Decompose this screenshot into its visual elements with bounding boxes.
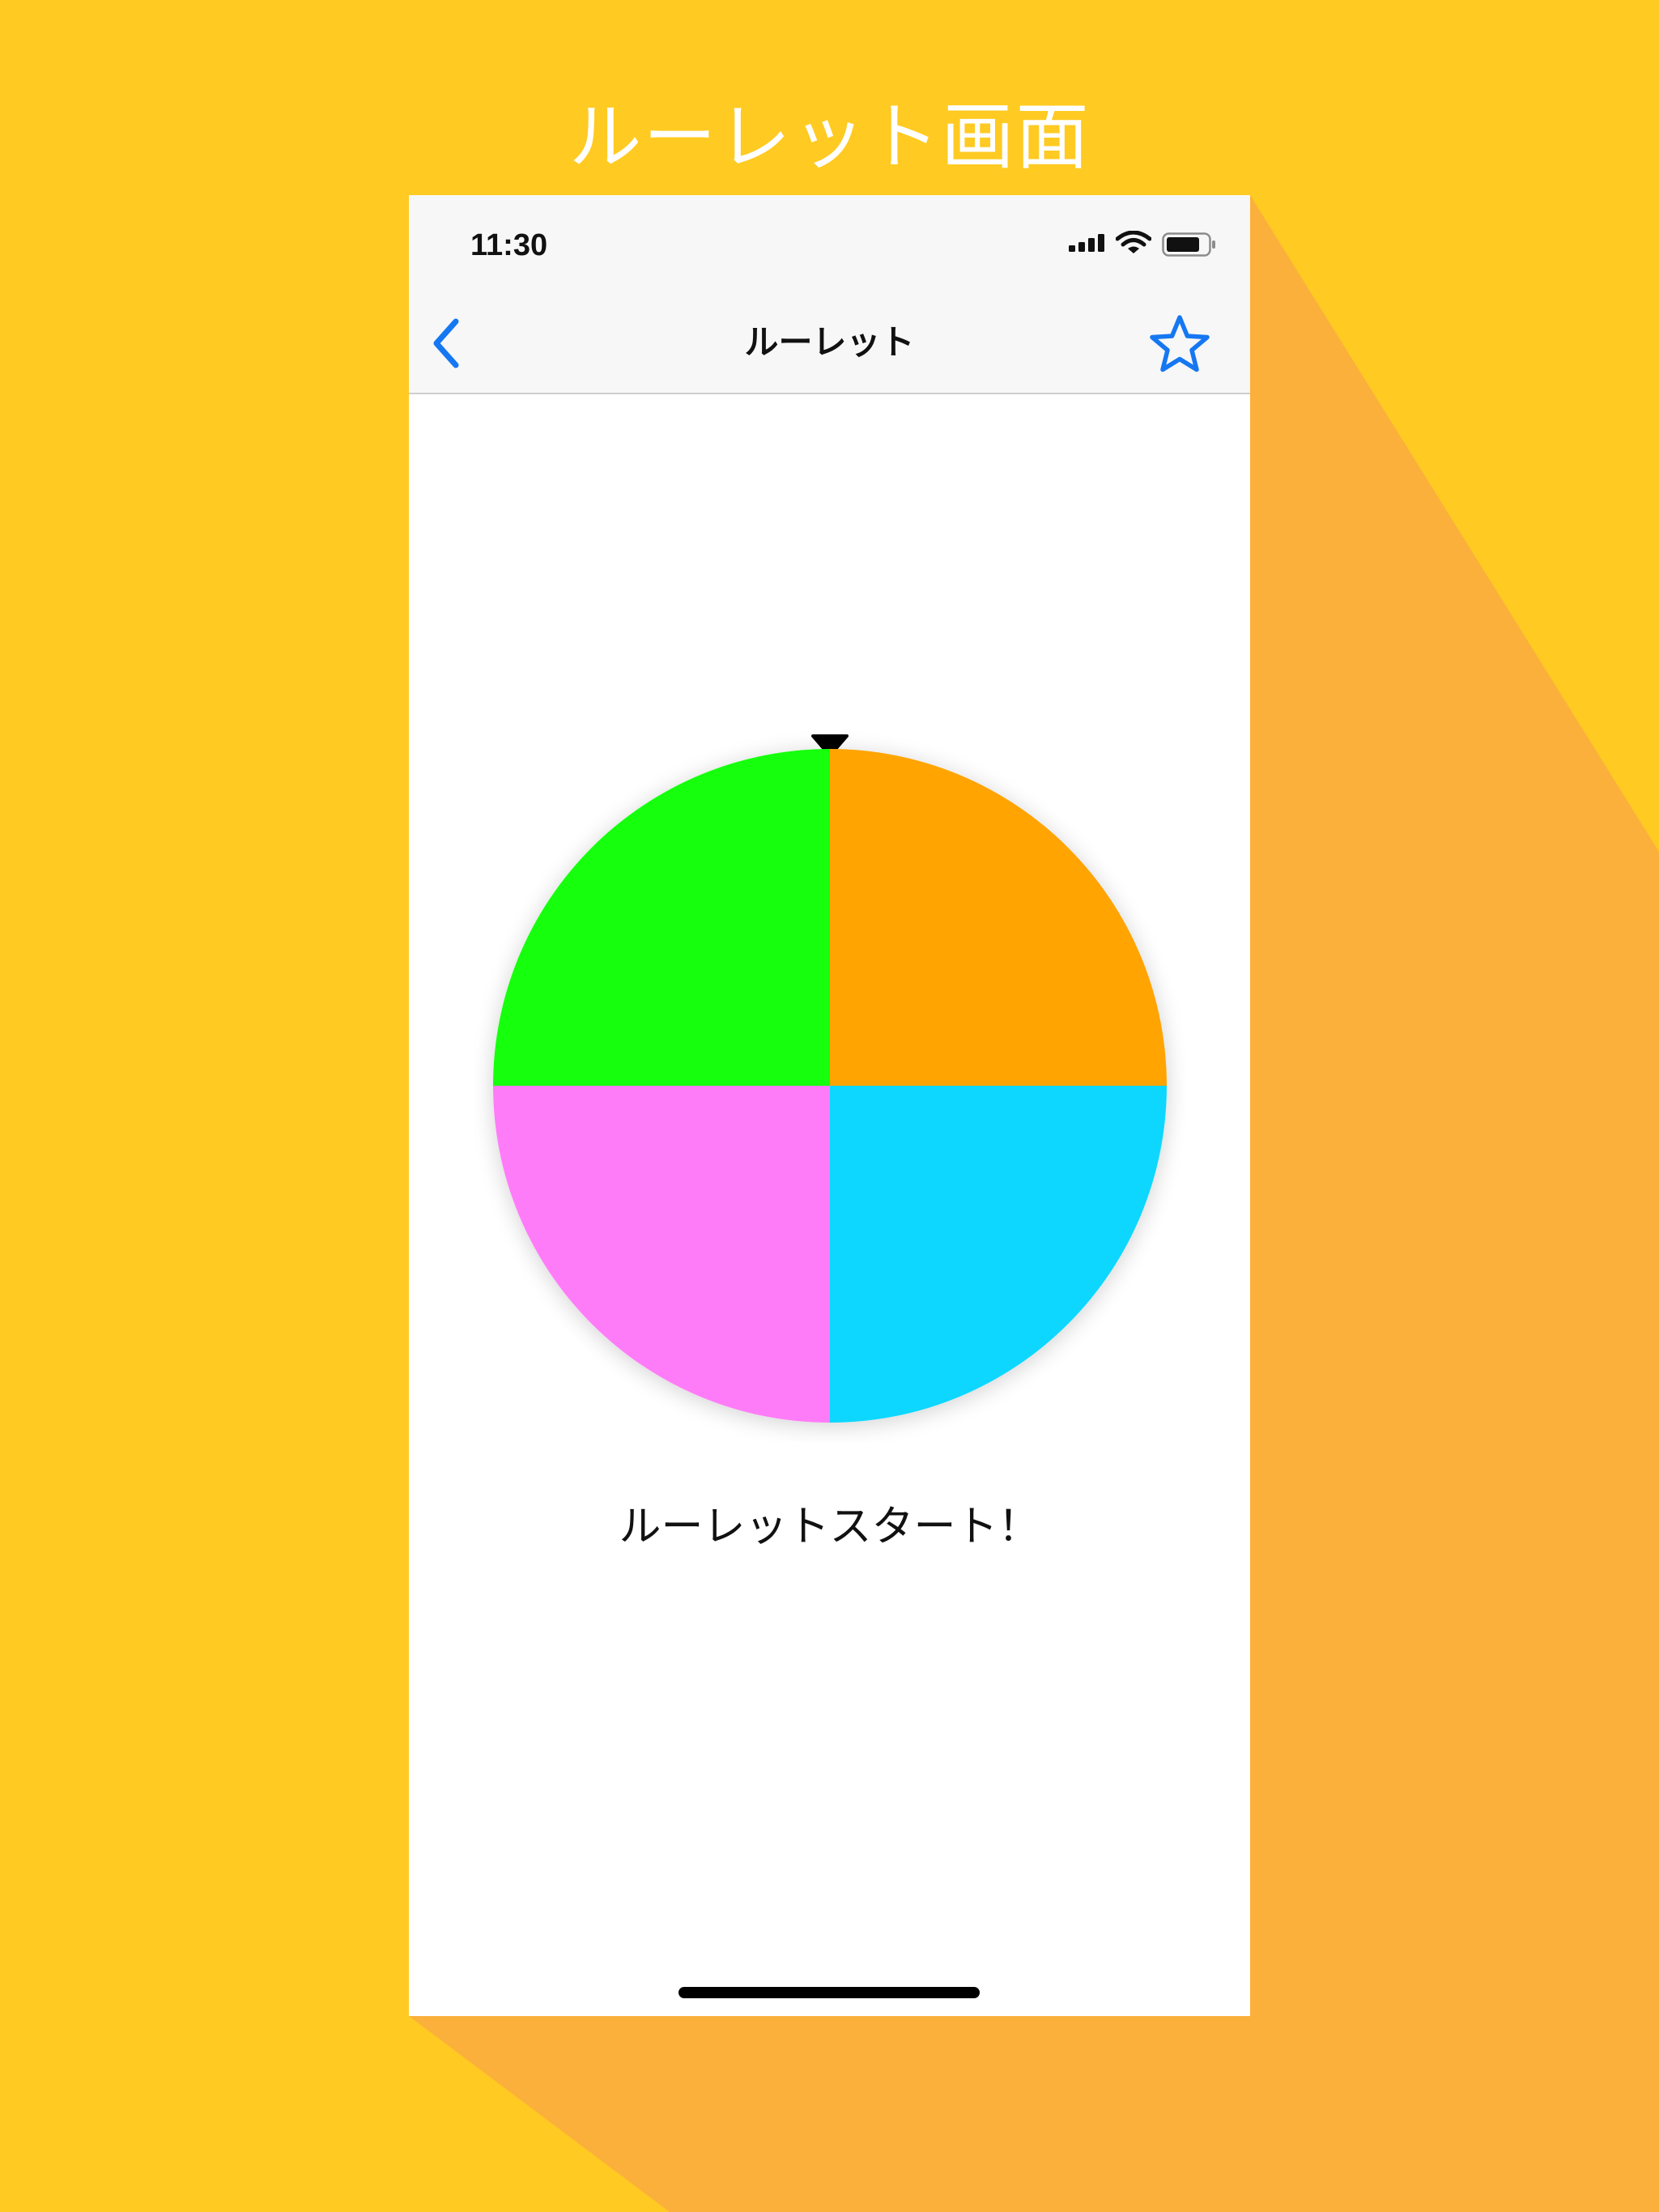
segment-bottom-right — [830, 1086, 1167, 1423]
segment-bottom-left — [493, 1086, 830, 1423]
battery-icon — [1162, 232, 1215, 257]
wifi-icon — [1116, 231, 1151, 253]
navigation-header: 11:30 ルーレット — [409, 195, 1250, 394]
nav-title: ルーレット — [744, 322, 915, 362]
star-icon[interactable] — [1147, 313, 1212, 375]
segment-top-right — [830, 749, 1167, 1086]
segment-top-left — [493, 749, 830, 1086]
roulette-wheel[interactable] — [474, 730, 1186, 1442]
home-indicator — [678, 1987, 980, 1998]
screen-caption: ルーレット画面 — [568, 95, 1091, 180]
roulette-start-button[interactable]: ルーレットスタート！ — [409, 1499, 1250, 1555]
phone-screen: 11:30 ルーレット ルーレットスタート！ — [409, 195, 1250, 2016]
signal-icon — [1069, 234, 1104, 252]
status-time: 11:30 — [470, 228, 548, 262]
